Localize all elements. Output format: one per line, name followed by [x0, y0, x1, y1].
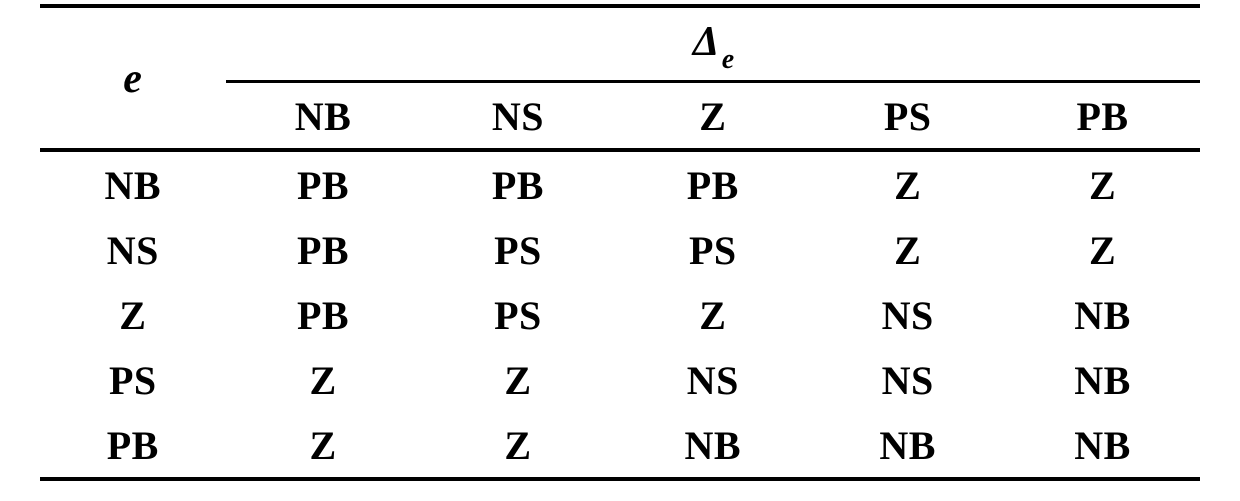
col-header: PB: [1005, 82, 1200, 151]
cell: PS: [615, 217, 810, 282]
column-variable-label: Δe: [226, 6, 1200, 82]
cell: NS: [615, 347, 810, 412]
cell: Z: [420, 347, 615, 412]
row-variable-text: e: [123, 56, 142, 102]
table-header-row-1: e Δe: [40, 6, 1200, 82]
row-header: NB: [40, 150, 226, 217]
cell: Z: [1005, 217, 1200, 282]
row-header: Z: [40, 282, 226, 347]
col-header: PS: [810, 82, 1005, 151]
column-variable-sub: e: [722, 44, 735, 75]
cell: Z: [226, 347, 421, 412]
col-header: NS: [420, 82, 615, 151]
table-row: Z PB PS Z NS NB: [40, 282, 1200, 347]
col-header: NB: [226, 82, 421, 151]
cell: NB: [1005, 347, 1200, 412]
column-variable-delta: Δ: [693, 19, 720, 65]
cell: PB: [226, 282, 421, 347]
cell: NB: [1005, 412, 1200, 479]
table-row: NB PB PB PB Z Z: [40, 150, 1200, 217]
cell: NS: [810, 347, 1005, 412]
cell: PB: [615, 150, 810, 217]
cell: NB: [615, 412, 810, 479]
table-row: PS Z Z NS NS NB: [40, 347, 1200, 412]
cell: Z: [810, 217, 1005, 282]
row-header: NS: [40, 217, 226, 282]
row-header: PS: [40, 347, 226, 412]
cell: NB: [1005, 282, 1200, 347]
cell: Z: [1005, 150, 1200, 217]
cell: PB: [226, 150, 421, 217]
cell: Z: [226, 412, 421, 479]
fuzzy-rule-table-container: e Δe NB NS Z PS PB NB PB PB PB Z Z NS PB…: [0, 0, 1240, 489]
cell: Z: [810, 150, 1005, 217]
row-variable-label: e: [40, 6, 226, 150]
fuzzy-rule-table: e Δe NB NS Z PS PB NB PB PB PB Z Z NS PB…: [40, 4, 1200, 481]
col-header: Z: [615, 82, 810, 151]
table-row: NS PB PS PS Z Z: [40, 217, 1200, 282]
cell: PS: [420, 282, 615, 347]
cell: PB: [420, 150, 615, 217]
row-header: PB: [40, 412, 226, 479]
cell: NB: [810, 412, 1005, 479]
cell: NS: [810, 282, 1005, 347]
cell: PS: [420, 217, 615, 282]
table-row: PB Z Z NB NB NB: [40, 412, 1200, 479]
cell: PB: [226, 217, 421, 282]
cell: Z: [615, 282, 810, 347]
cell: Z: [420, 412, 615, 479]
